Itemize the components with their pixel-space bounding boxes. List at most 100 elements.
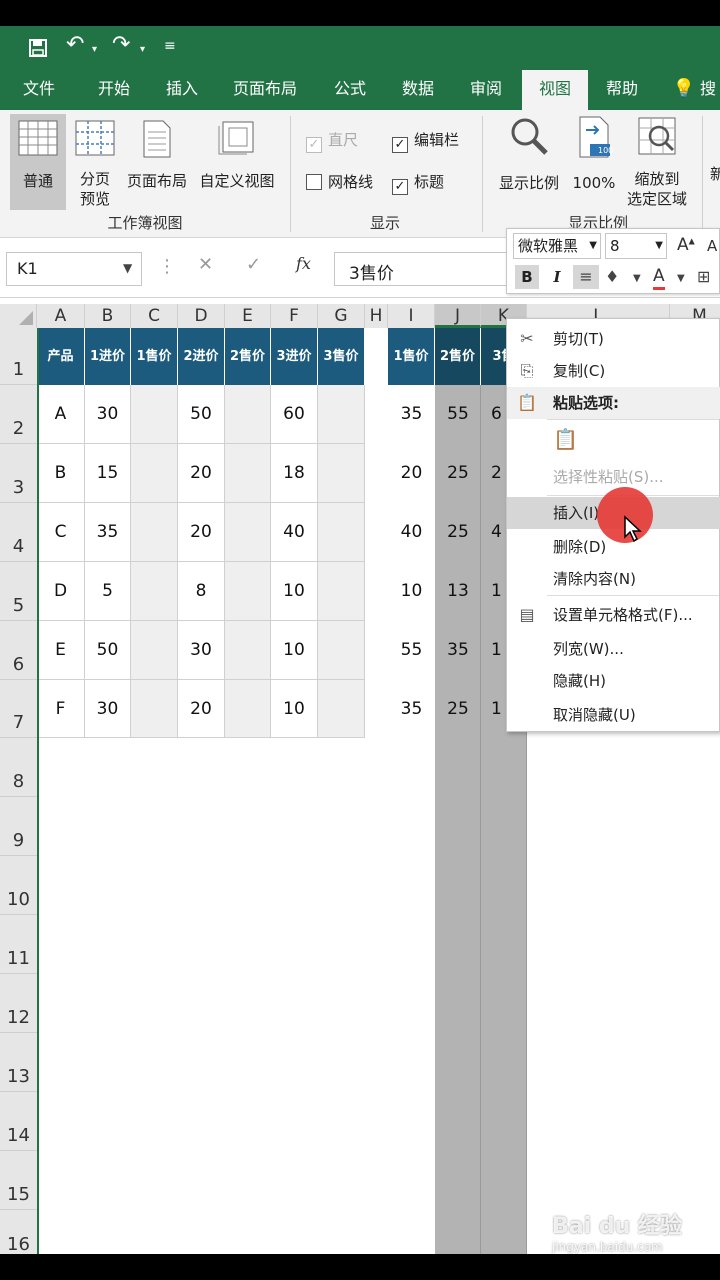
column-header-c[interactable]: C: [131, 304, 178, 328]
headings-checkbox[interactable]: ✓ 标题: [392, 172, 444, 195]
undo-dropdown-icon[interactable]: ▾: [92, 44, 97, 55]
tab-home[interactable]: 开始: [86, 70, 142, 110]
table-cell[interactable]: D: [37, 562, 85, 621]
row-header-16[interactable]: 16: [0, 1210, 37, 1260]
menu-item-0[interactable]: ✂ 剪切(T): [507, 323, 720, 355]
italic-button[interactable]: I: [547, 265, 567, 289]
menu-item-1[interactable]: ⎘ 复制(C): [507, 355, 720, 387]
select-all-corner[interactable]: [0, 304, 37, 328]
table-cell[interactable]: 55: [435, 385, 481, 444]
table-header-cell[interactable]: 3售价: [318, 328, 365, 385]
table-cell[interactable]: [225, 503, 271, 562]
menu-item-3[interactable]: 📋: [507, 423, 720, 461]
tab-help[interactable]: 帮助: [596, 70, 648, 110]
redo-dropdown-icon[interactable]: ▾: [140, 44, 145, 55]
table-cell[interactable]: 20: [178, 680, 225, 738]
column-header-i[interactable]: I: [388, 304, 435, 328]
menu-item-11[interactable]: 取消隐藏(U): [507, 699, 720, 731]
column-header-h[interactable]: H: [365, 304, 388, 328]
table-cell[interactable]: [131, 385, 178, 444]
menu-item-10[interactable]: 隐藏(H): [507, 665, 720, 697]
menu-item-7[interactable]: 清除内容(N): [507, 563, 720, 595]
ruler-checkbox[interactable]: ✓ 直尺: [306, 130, 358, 153]
table-cell[interactable]: [225, 562, 271, 621]
table-header-cell[interactable]: 1售价: [131, 328, 178, 385]
page-layout-button[interactable]: 页面布局: [122, 114, 192, 210]
zoom-button[interactable]: 显示比例: [494, 116, 564, 206]
table-cell[interactable]: 30: [85, 680, 131, 738]
table-cell[interactable]: [318, 621, 365, 680]
row-header-10[interactable]: 10: [0, 856, 37, 915]
save-icon[interactable]: [28, 38, 48, 58]
tab-file[interactable]: 文件: [10, 70, 68, 110]
table-cell[interactable]: [318, 385, 365, 444]
row-header-14[interactable]: 14: [0, 1092, 37, 1151]
table-header-cell[interactable]: 3进价: [271, 328, 318, 385]
insert-function-icon[interactable]: fx: [296, 254, 311, 273]
bold-button[interactable]: B: [515, 265, 539, 289]
table-cell[interactable]: [318, 680, 365, 738]
table-cell[interactable]: 8: [178, 562, 225, 621]
column-header-f[interactable]: F: [271, 304, 318, 328]
table-cell[interactable]: 10: [388, 562, 435, 621]
table-cell[interactable]: 50: [85, 621, 131, 680]
row-header-4[interactable]: 4: [0, 503, 37, 562]
table-cell[interactable]: C: [37, 503, 85, 562]
table-cell[interactable]: F: [37, 680, 85, 738]
table-cell[interactable]: [225, 385, 271, 444]
tab-data[interactable]: 数据: [390, 70, 446, 110]
table-cell[interactable]: 20: [178, 444, 225, 503]
table-cell[interactable]: 35: [388, 680, 435, 738]
row-header-9[interactable]: 9: [0, 797, 37, 856]
table-cell[interactable]: [225, 621, 271, 680]
table-cell[interactable]: 15: [85, 444, 131, 503]
table-cell[interactable]: 40: [388, 503, 435, 562]
row-header-12[interactable]: 12: [0, 974, 37, 1033]
table-cell[interactable]: [225, 444, 271, 503]
row-header-5[interactable]: 5: [0, 562, 37, 621]
fill-color-icon[interactable]: ♦: [605, 265, 619, 289]
table-cell[interactable]: [131, 562, 178, 621]
table-cell[interactable]: 40: [271, 503, 318, 562]
font-color-button[interactable]: A: [653, 265, 665, 290]
table-cell[interactable]: 10: [271, 621, 318, 680]
table-header-cell[interactable]: 1售价: [388, 328, 435, 385]
table-cell[interactable]: 5: [85, 562, 131, 621]
row-header-13[interactable]: 13: [0, 1033, 37, 1092]
table-cell[interactable]: 10: [271, 562, 318, 621]
row-header-7[interactable]: 7: [0, 680, 37, 738]
align-center-icon[interactable]: ≡: [573, 265, 599, 289]
name-box[interactable]: K1 ▼: [6, 252, 142, 286]
font-name-select[interactable]: 微软雅黑 ▼: [513, 233, 601, 259]
table-header-cell[interactable]: 产品: [37, 328, 85, 385]
cancel-icon[interactable]: ✕: [198, 254, 213, 275]
menu-item-9[interactable]: 列宽(W)...: [507, 633, 720, 665]
table-cell[interactable]: [131, 503, 178, 562]
row-header-6[interactable]: 6: [0, 621, 37, 680]
tab-insert[interactable]: 插入: [154, 70, 210, 110]
table-header-cell[interactable]: 2售价: [435, 328, 481, 385]
row-header-1[interactable]: 1: [0, 328, 37, 385]
column-header-d[interactable]: D: [178, 304, 225, 328]
column-header-g[interactable]: G: [318, 304, 365, 328]
table-cell[interactable]: 25: [435, 680, 481, 738]
table-cell[interactable]: [318, 562, 365, 621]
table-cell[interactable]: 55: [388, 621, 435, 680]
formula-bar-checkbox[interactable]: ✓ 编辑栏: [392, 130, 459, 153]
table-cell[interactable]: 25: [435, 444, 481, 503]
table-cell[interactable]: 20: [178, 503, 225, 562]
table-cell[interactable]: [131, 621, 178, 680]
table-cell[interactable]: 25: [435, 503, 481, 562]
tab-view[interactable]: 视图: [522, 70, 588, 110]
increase-font-icon[interactable]: A▲: [677, 235, 695, 255]
table-cell[interactable]: 30: [178, 621, 225, 680]
custom-views-button[interactable]: 自定义视图: [194, 114, 280, 210]
tab-formulas[interactable]: 公式: [322, 70, 378, 110]
borders-icon[interactable]: ⊞: [697, 265, 710, 289]
tell-me-partial[interactable]: 搜: [700, 70, 720, 110]
column-header-b[interactable]: B: [85, 304, 131, 328]
chevron-down-icon[interactable]: ▼: [633, 267, 641, 291]
redo-icon[interactable]: ↷: [112, 32, 130, 57]
row-header-3[interactable]: 3: [0, 444, 37, 503]
table-cell[interactable]: 35: [85, 503, 131, 562]
